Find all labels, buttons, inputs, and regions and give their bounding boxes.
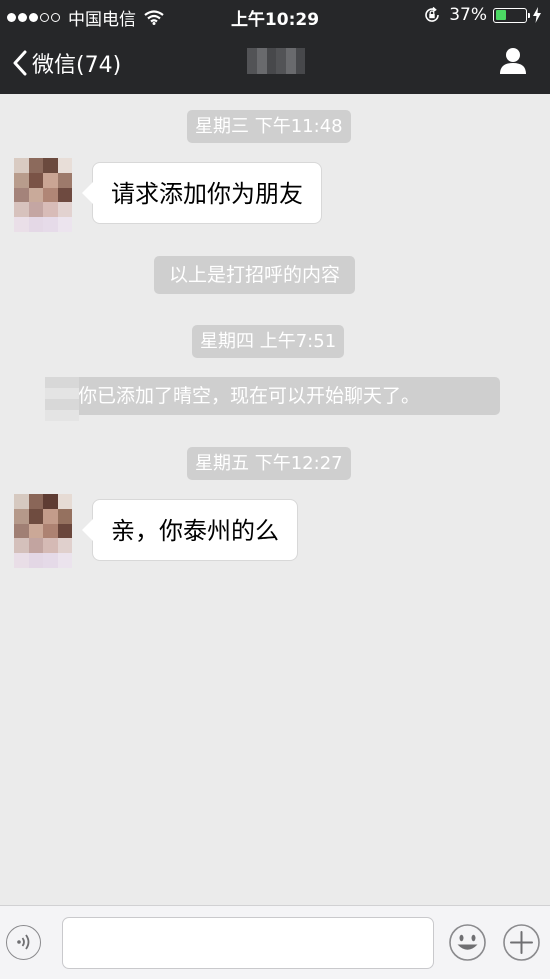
avatar-pixel (43, 538, 58, 554)
avatar-pixel (28, 158, 43, 173)
voice-icon (17, 934, 30, 950)
battery-percent: 37% (449, 5, 487, 25)
avatar-pixel (14, 508, 29, 524)
avatar-pixel (43, 494, 58, 509)
avatar-pixel (28, 523, 43, 539)
timestamp: 星期三 下午11:48 (187, 110, 351, 143)
timestamp: 星期四 上午7:51 (192, 325, 345, 358)
avatar-pixel (28, 553, 43, 568)
bubble-tail (82, 519, 93, 541)
system-message: 以上是打招呼的内容 (154, 256, 356, 294)
avatar-pixel (57, 187, 72, 203)
avatar-pixel (14, 158, 29, 173)
message-text: 请求添加你为朋友 (111, 180, 303, 208)
message-bubble[interactable]: 亲，你泰州的么 (82, 499, 298, 561)
battery-icon (493, 7, 530, 23)
chevron-left-icon (13, 50, 27, 76)
avatar-pixel (43, 508, 58, 524)
message-bubble[interactable]: 请求添加你为朋友 (82, 162, 322, 224)
avatar-pixel (57, 538, 72, 554)
message-text: 亲，你泰州的么 (111, 517, 279, 545)
avatar-pixel (14, 538, 29, 554)
nav-bar: 微信(74) (0, 30, 550, 94)
redaction-mosaic (45, 377, 79, 421)
avatar-pixel (43, 202, 58, 218)
avatar-pixel (57, 553, 72, 568)
back-button[interactable]: 微信(74) (12, 47, 121, 79)
emoji-button[interactable] (448, 923, 487, 962)
avatar-pixel (14, 494, 29, 509)
charging-bolt-icon (533, 7, 541, 23)
avatar-pixel (14, 553, 29, 568)
status-right: 37% (423, 5, 542, 25)
back-label: 微信(74) (32, 53, 122, 78)
avatar-pixel (43, 217, 58, 232)
system-message: 你已添加了晴空，现在可以开始聊天了。 (50, 377, 500, 415)
input-bar (0, 905, 550, 979)
avatar[interactable] (14, 494, 72, 568)
rotation-lock-icon (425, 6, 440, 22)
system-message-text: 你已添加了晴空，现在可以开始聊天了。 (78, 385, 421, 407)
avatar-pixel (43, 158, 58, 173)
avatar-pixel (57, 494, 72, 509)
avatar-pixel (57, 158, 72, 173)
avatar-pixel (43, 172, 58, 188)
voice-button[interactable] (6, 925, 41, 960)
avatar-pixel (43, 553, 58, 568)
avatar[interactable] (14, 158, 72, 232)
person-icon (500, 48, 526, 74)
avatar-pixel (28, 508, 43, 524)
plus-button[interactable] (502, 923, 541, 962)
timestamp: 星期五 下午12:27 (187, 447, 351, 480)
avatar-pixel (14, 172, 29, 188)
avatar-pixel (57, 217, 72, 232)
avatar-pixel (14, 202, 29, 218)
avatar-pixel (28, 217, 43, 232)
chat-title-pixelated (247, 48, 305, 74)
avatar-pixel (28, 187, 43, 203)
avatar-pixel (57, 508, 72, 524)
message-input[interactable] (62, 917, 434, 969)
avatar-pixel (28, 538, 43, 554)
avatar-pixel (14, 187, 29, 203)
battery-cap (528, 12, 530, 18)
avatar-pixel (28, 494, 43, 509)
avatar-pixel (14, 217, 29, 232)
bubble-tail (82, 182, 93, 204)
avatar-pixel (28, 202, 43, 218)
emoji-icon (449, 924, 486, 961)
plus-icon (503, 924, 540, 961)
battery-level (495, 10, 507, 20)
status-bar: 中国电信 上午10:29 37% (0, 0, 550, 30)
avatar-pixel (57, 172, 72, 188)
avatar-pixel (57, 202, 72, 218)
avatar-pixel (43, 187, 58, 203)
avatar-pixel (14, 523, 29, 539)
avatar-pixel (57, 523, 72, 539)
avatar-pixel (43, 523, 58, 539)
avatar-pixel (28, 172, 43, 188)
profile-button[interactable] (498, 46, 528, 76)
